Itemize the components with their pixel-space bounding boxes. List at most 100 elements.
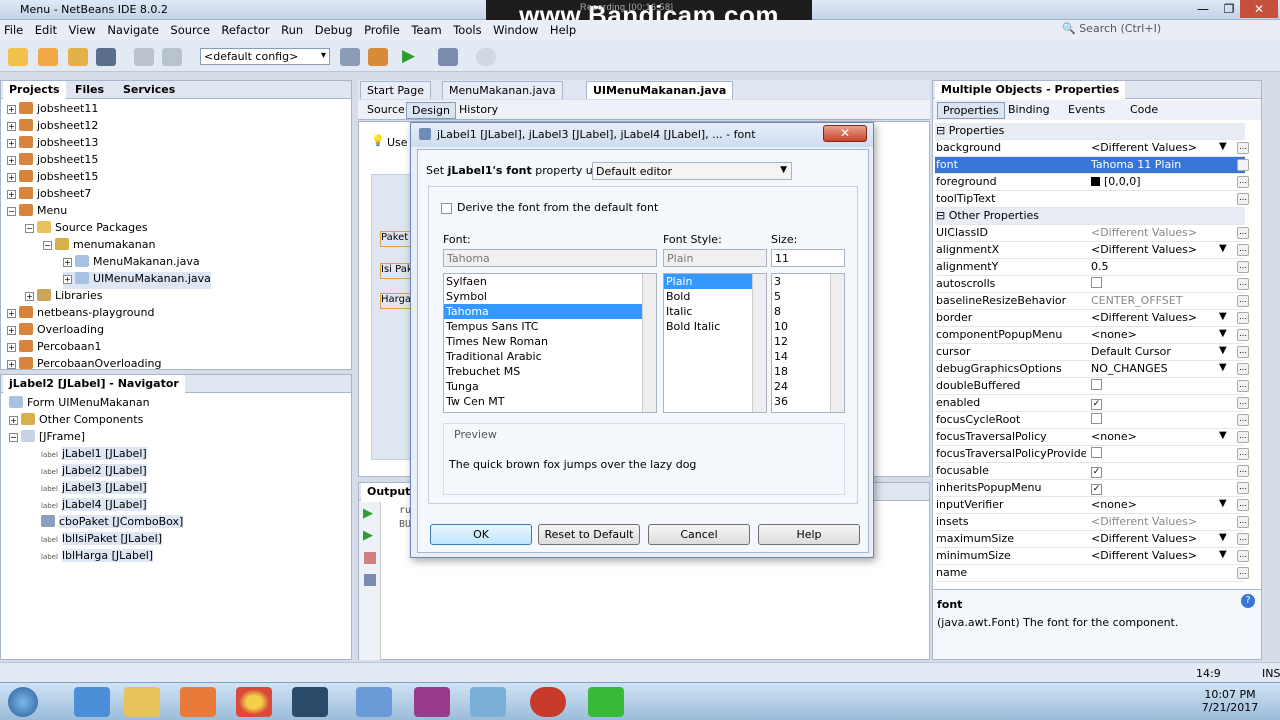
tree-item-file[interactable]: + MenuMakanan.java bbox=[63, 255, 200, 272]
section-properties[interactable]: ⊟ Properties bbox=[935, 123, 1245, 140]
prop-row[interactable]: enabled ✓… bbox=[935, 395, 1249, 412]
clean-build-icon[interactable] bbox=[368, 48, 388, 66]
prop-value[interactable] bbox=[1091, 447, 1221, 461]
clock[interactable]: 10:07 PM 7/21/2017 bbox=[1200, 688, 1260, 714]
editor-select[interactable]: Default editor ▼ bbox=[592, 162, 792, 180]
menu-debug[interactable]: Debug bbox=[311, 20, 357, 40]
ellipsis-button[interactable]: … bbox=[1237, 227, 1249, 239]
prop-value[interactable]: <Different Values> bbox=[1091, 515, 1221, 528]
nav-item[interactable]: label jLabel2 [JLabel] bbox=[41, 464, 147, 481]
prop-row[interactable]: background <Different Values> ▼… bbox=[935, 140, 1249, 157]
tree-item[interactable]: + Overloading bbox=[7, 323, 104, 340]
debug-icon[interactable] bbox=[438, 48, 458, 66]
profile-icon[interactable] bbox=[476, 48, 496, 66]
nav-item[interactable]: label jLabel1 [JLabel] bbox=[41, 447, 147, 464]
prop-row[interactable]: insets <Different Values>… bbox=[935, 514, 1249, 531]
menu-team[interactable]: Team bbox=[407, 20, 445, 40]
chevron-down-icon[interactable]: ▼ bbox=[1219, 532, 1227, 543]
prop-value[interactable]: <Different Values> bbox=[1091, 243, 1221, 256]
prop-value[interactable]: CENTER_OFFSET bbox=[1091, 294, 1221, 307]
search-box[interactable]: 🔍 Search (Ctrl+I) bbox=[1062, 22, 1232, 38]
tree-item[interactable]: + jobsheet13 bbox=[7, 136, 98, 153]
help-icon[interactable]: ? bbox=[1241, 594, 1255, 608]
prop-checkbox[interactable]: ✓ bbox=[1091, 484, 1102, 495]
stop-icon[interactable] bbox=[364, 552, 376, 564]
netbeans-icon[interactable] bbox=[356, 687, 392, 717]
rerun-icon[interactable]: ▶ bbox=[363, 506, 373, 521]
nav-item[interactable]: label lblIsiPaket [JLabel] bbox=[41, 532, 163, 549]
ellipsis-button[interactable]: … bbox=[1237, 482, 1249, 494]
tree-item-source-packages[interactable]: − Source Packages bbox=[25, 221, 148, 238]
font-list-scrollbar[interactable] bbox=[642, 274, 656, 412]
undo-icon[interactable] bbox=[134, 48, 154, 66]
font-option[interactable]: Trebuchet MS bbox=[444, 364, 656, 379]
prop-value[interactable]: <none> bbox=[1091, 430, 1221, 443]
style-option[interactable]: Bold Italic bbox=[664, 319, 766, 334]
ellipsis-button[interactable]: … bbox=[1237, 414, 1249, 426]
new-project-icon[interactable] bbox=[38, 48, 58, 66]
font-option[interactable]: Tempus Sans ITC bbox=[444, 319, 656, 334]
ellipsis-button[interactable]: … bbox=[1237, 533, 1249, 545]
prop-row[interactable]: name… bbox=[935, 565, 1249, 582]
style-list-scrollbar[interactable] bbox=[752, 274, 766, 412]
ellipsis-button[interactable]: … bbox=[1237, 380, 1249, 392]
ellipsis-button[interactable]: … bbox=[1237, 465, 1249, 477]
prop-row-font-selected[interactable]: font Tahoma 11 Plain… bbox=[935, 157, 1249, 174]
ellipsis-button[interactable]: … bbox=[1237, 329, 1249, 341]
rerun-different-icon[interactable]: ▶ bbox=[363, 528, 373, 543]
prop-row[interactable]: focusTraversalPolicyProvider… bbox=[935, 446, 1249, 463]
steam-icon[interactable] bbox=[292, 687, 328, 717]
prop-value[interactable]: <Different Values> bbox=[1091, 532, 1221, 545]
prop-value[interactable]: ✓ bbox=[1091, 396, 1221, 410]
menu-help[interactable]: Help bbox=[546, 20, 580, 40]
nav-item[interactable]: label lblHarga [JLabel] bbox=[41, 549, 154, 566]
settings-icon[interactable] bbox=[364, 574, 376, 586]
tree-item-file-selected[interactable]: + UIMenuMakanan.java bbox=[63, 272, 211, 289]
tree-item[interactable]: + jobsheet15 bbox=[7, 170, 98, 187]
bandicam-icon[interactable] bbox=[530, 687, 566, 717]
font-option[interactable]: Tunga bbox=[444, 379, 656, 394]
cancel-button[interactable]: Cancel bbox=[648, 524, 750, 545]
ellipsis-button[interactable]: … bbox=[1237, 567, 1249, 579]
redo-icon[interactable] bbox=[162, 48, 182, 66]
prop-value[interactable]: <none> bbox=[1091, 328, 1221, 341]
prop-value[interactable]: Default Cursor bbox=[1091, 345, 1221, 358]
nav-item[interactable]: Form UIMenuMakanan bbox=[9, 396, 150, 413]
style-option[interactable]: Italic bbox=[664, 304, 766, 319]
prop-checkbox[interactable] bbox=[1091, 379, 1102, 390]
size-list-scrollbar[interactable] bbox=[830, 274, 844, 412]
size-input[interactable]: 11 bbox=[771, 249, 845, 267]
tab-menumakanan[interactable]: MenuMakanan.java bbox=[442, 81, 563, 99]
app-icon[interactable] bbox=[470, 687, 506, 717]
menu-profile[interactable]: Profile bbox=[360, 20, 404, 40]
ellipsis-button[interactable]: … bbox=[1237, 278, 1249, 290]
menu-source[interactable]: Source bbox=[166, 20, 214, 40]
help-button[interactable]: Help bbox=[758, 524, 860, 545]
chevron-down-icon[interactable]: ▼ bbox=[1219, 549, 1227, 560]
ellipsis-button[interactable]: … bbox=[1237, 363, 1249, 375]
prop-value[interactable] bbox=[1091, 413, 1221, 427]
nav-item[interactable]: label jLabel4 [JLabel] bbox=[41, 498, 147, 515]
menu-file[interactable]: File bbox=[0, 20, 27, 40]
prop-value[interactable]: ✓ bbox=[1091, 464, 1221, 478]
font-list[interactable]: Sylfaen Symbol Tahoma Tempus Sans ITC Ti… bbox=[443, 273, 657, 413]
font-option[interactable]: Times New Roman bbox=[444, 334, 656, 349]
ellipsis-button[interactable]: … bbox=[1237, 295, 1249, 307]
menu-window[interactable]: Window bbox=[489, 20, 542, 40]
derive-checkbox[interactable] bbox=[441, 203, 452, 214]
style-option[interactable]: Bold bbox=[664, 289, 766, 304]
prop-row[interactable]: baselineResizeBehavior CENTER_OFFSET… bbox=[935, 293, 1249, 310]
chevron-down-icon[interactable]: ▼ bbox=[1219, 498, 1227, 509]
font-option[interactable]: Symbol bbox=[444, 289, 656, 304]
size-list[interactable]: 3 5 8 10 12 14 18 24 36 bbox=[771, 273, 845, 413]
config-select[interactable]: <default config> bbox=[200, 48, 330, 65]
tree-item[interactable]: + PercobaanOverloading bbox=[7, 357, 161, 374]
chevron-down-icon[interactable]: ▼ bbox=[1219, 345, 1227, 356]
style-option-selected[interactable]: Plain bbox=[664, 274, 766, 289]
style-input[interactable]: Plain bbox=[663, 249, 767, 267]
prop-row[interactable]: inheritsPopupMenu ✓… bbox=[935, 480, 1249, 497]
tree-item[interactable]: + netbeans-playground bbox=[7, 306, 154, 323]
tab-history[interactable]: History bbox=[454, 102, 503, 117]
ellipsis-button[interactable]: … bbox=[1237, 499, 1249, 511]
ellipsis-button[interactable]: … bbox=[1237, 550, 1249, 562]
